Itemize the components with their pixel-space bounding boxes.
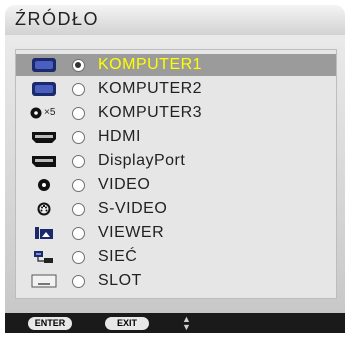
displayport-icon [30,151,58,171]
source-item-label: HDMI [98,128,141,145]
radio-button[interactable] [72,82,85,96]
menu-panel: KOMPUTER1 KOMPUTER2 ×5 KOMPUTER3 HDMI Di… [5,35,345,313]
radio-button[interactable] [72,130,85,144]
source-item-label: S-VIDEO [98,200,168,217]
source-item-komputer2[interactable]: KOMPUTER2 [16,78,336,100]
menu-title-bar: ŹRÓDŁO [5,5,345,35]
network-icon [30,247,58,267]
radio-button[interactable] [72,178,85,192]
radio-button[interactable] [72,154,85,168]
radio-button[interactable] [72,250,85,264]
menu-footer: ENTER EXIT ▲ ▼ [5,313,345,333]
radio-button[interactable] [72,226,85,240]
source-item-s-video[interactable]: S-VIDEO [16,198,336,220]
exit-key-hint: EXIT [105,317,149,330]
rca-video-icon [30,175,58,195]
source-item-slot[interactable]: SLOT [16,270,336,292]
radio-button[interactable] [72,202,85,216]
enter-key-hint: ENTER [28,317,72,330]
up-down-arrows-icon: ▲ ▼ [182,314,191,332]
source-item-label: DisplayPort [98,152,186,169]
radio-button[interactable] [72,58,85,72]
hdmi-port-icon [30,127,58,147]
source-item-label: SIEĆ [98,248,138,265]
source-item-label: KOMPUTER3 [98,104,203,121]
source-item-komputer1[interactable]: KOMPUTER1 [16,54,336,76]
source-item-label: KOMPUTER1 [98,56,203,73]
slot-icon [30,271,58,291]
menu-title: ŹRÓDŁO [15,9,100,29]
bnc-x5-label: ×5 [44,107,56,118]
source-item-label: SLOT [98,272,142,289]
computer-port-icon [30,79,58,99]
radio-button[interactable] [72,274,85,288]
source-item-displayport[interactable]: DisplayPort [16,150,336,172]
viewer-icon [30,223,58,243]
source-item-viewer[interactable]: VIEWER [16,222,336,244]
source-item-siec[interactable]: SIEĆ [16,246,336,268]
source-item-hdmi[interactable]: HDMI [16,126,336,148]
source-item-label: VIEWER [98,224,165,241]
computer-port-icon [30,55,58,75]
bnc-x5-icon: ×5 [30,103,58,123]
source-item-label: KOMPUTER2 [98,80,203,97]
source-item-video[interactable]: VIDEO [16,174,336,196]
source-item-label: VIDEO [98,176,151,193]
source-list: KOMPUTER1 KOMPUTER2 ×5 KOMPUTER3 HDMI Di… [15,49,337,299]
source-menu: ŹRÓDŁO KOMPUTER1 KOMPUTER2 ×5 KOMPUTER3 … [5,5,345,333]
radio-button[interactable] [72,106,85,120]
source-item-komputer3[interactable]: ×5 KOMPUTER3 [16,102,336,124]
s-video-icon [30,199,58,219]
